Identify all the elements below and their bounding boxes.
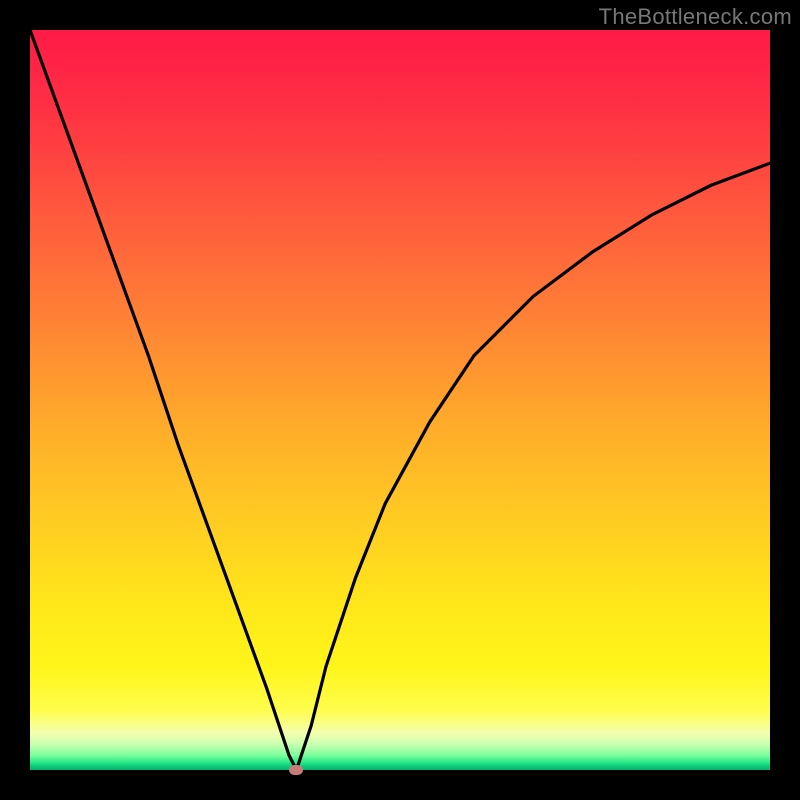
minimum-marker: [289, 765, 303, 775]
watermark-text: TheBottleneck.com: [599, 4, 792, 30]
curve-path: [30, 30, 770, 770]
plot-area: [30, 30, 770, 770]
bottleneck-curve: [30, 30, 770, 770]
chart-frame: TheBottleneck.com: [0, 0, 800, 800]
